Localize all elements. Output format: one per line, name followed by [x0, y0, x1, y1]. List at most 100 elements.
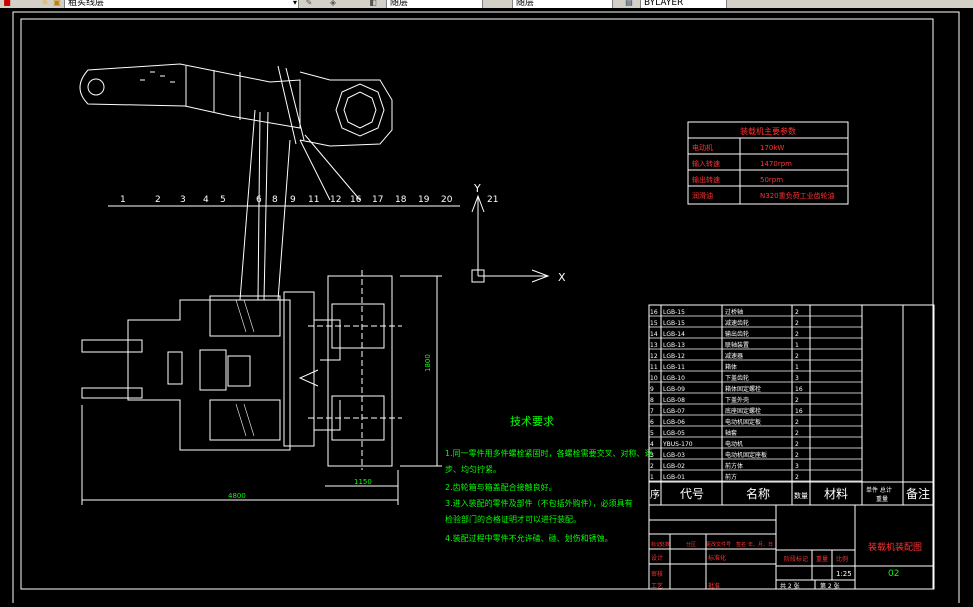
tech-req-line: 2.齿轮箱与箱盖配合接触良好。	[445, 482, 557, 492]
dimension-height: 1800	[424, 354, 432, 372]
part-qty: 2	[795, 441, 799, 448]
leader-number: 21	[487, 195, 498, 205]
sheet-number: 第 2 张	[820, 582, 840, 590]
part-qty: 2	[795, 397, 799, 404]
header-name: 名称	[746, 486, 770, 501]
leader-number: 16	[350, 195, 362, 205]
tech-req-lines: 1.同一零件用多件螺栓紧固时，各螺栓需要交叉、对称、逐步、均匀拧紧。 2.齿轮箱与…	[445, 448, 653, 543]
color-select[interactable]: BYLAYER	[640, 0, 727, 8]
part-no: 4	[650, 441, 654, 448]
part-name: 箱体固定螺栓	[725, 385, 761, 393]
header-code: 代号	[680, 487, 704, 501]
leader-number: 19	[418, 195, 430, 205]
part-code: LGB-15	[663, 320, 685, 327]
leader-number: 20	[441, 195, 453, 205]
title-mark-label: 签名	[736, 541, 746, 548]
axis-x-label: X	[558, 271, 566, 284]
leader-number: 8	[272, 195, 278, 205]
part-name: 电动机固定板	[725, 418, 761, 426]
motor-hatching	[235, 299, 255, 437]
part-name: 下盖齿轮	[725, 374, 749, 382]
color-icon[interactable]: ◧	[368, 0, 378, 7]
part-qty: 2	[795, 309, 799, 316]
leader-number: 18	[395, 195, 407, 205]
sheet-total: 共 2 张	[780, 582, 800, 590]
tech-req-line: 检验部门的合格证明才可以进行装配。	[445, 514, 581, 524]
part-no: 8	[650, 397, 654, 404]
toolbar: ■ ☼ ▣ 粗实线层 ▾ ✎ ◈ ◧ 随层 随层 ▤ BYLAYER	[0, 0, 973, 8]
plotstyle-icon[interactable]: ▤	[624, 0, 634, 7]
params-rows: 电动机 170kW 输入转速 1470rpm 输出转速 50rpm 润滑油 N320重负荷工业…	[692, 143, 835, 200]
layer-previous-icon[interactable]: ◈	[328, 0, 338, 7]
drawing-canvas[interactable]: 1 2 3 4 5 6 8 9 11 12 16 17 18 19 20 21 4800 1150 180	[0, 8, 973, 607]
part-qty: 2	[795, 320, 799, 327]
drawing-name: 装载机装配图	[868, 541, 922, 553]
axis-y-label: Y	[473, 182, 481, 195]
title-mark-label: 更改文件号	[706, 541, 731, 548]
part-code: LGB-09	[663, 386, 685, 393]
part-qty: 3	[795, 463, 799, 470]
part-name: 前方体	[725, 462, 743, 470]
part-no: 9	[650, 386, 654, 393]
tech-req-line: 步、均匀拧紧。	[445, 464, 501, 474]
part-name: 轴套	[725, 429, 737, 437]
leader-number: 9	[290, 195, 296, 205]
layer-state-icon[interactable]: ■	[2, 0, 12, 7]
title-mark-label: 处数	[660, 541, 670, 548]
part-code: LGB-12	[663, 353, 685, 360]
title-mark-label: 分区	[686, 541, 696, 548]
tech-req-line: 1.同一零件用多件螺栓紧固时，各螺栓需要交叉、对称、逐	[445, 448, 653, 458]
part-code: LGB-01	[663, 474, 685, 481]
header-weight2: 重量	[876, 495, 888, 503]
header-no: 序	[650, 488, 660, 501]
layer-tools-icon[interactable]: ✎	[304, 0, 314, 7]
param-label: 输入转速	[692, 159, 720, 168]
sun-icon[interactable]: ☼	[40, 0, 50, 7]
part-no: 3	[650, 452, 654, 459]
leader-number: 5	[220, 195, 226, 205]
part-no: 11	[650, 364, 658, 371]
param-label: 电动机	[692, 143, 713, 152]
part-qty: 2	[795, 452, 799, 459]
part-code: LGB-15	[663, 309, 685, 316]
layer-select[interactable]: 粗实线层	[64, 0, 299, 8]
stage-label: 阶段标记	[784, 555, 808, 563]
main-assembly	[81, 270, 402, 470]
chevron-down-icon[interactable]: ▾	[290, 0, 300, 7]
title-role-label: 设计	[651, 554, 663, 562]
dimension-width: 4800	[228, 492, 246, 500]
part-name: 输出齿轮	[725, 330, 749, 338]
part-code: LGB-07	[663, 408, 685, 415]
part-code: LGB-13	[663, 342, 685, 349]
linetype-select[interactable]: 随层	[386, 0, 483, 8]
part-no: 14	[650, 331, 658, 338]
header-weight: 单件 总计	[866, 486, 892, 494]
scale-value: 1:25	[836, 570, 852, 578]
param-label: 输出转速	[692, 175, 720, 184]
header-material: 材料	[824, 487, 848, 501]
part-code: YBUS-170	[662, 441, 693, 448]
lock-icon[interactable]: ▣	[52, 0, 62, 7]
part-name: 箱体	[725, 363, 737, 371]
parts-rows: 16 LGB-15 过桥轴 215 LGB-15 减速齿轮 214 LGB-14 输出齿轮 213…	[649, 308, 862, 482]
part-qty: 2	[795, 331, 799, 338]
part-no: 13	[650, 342, 658, 349]
part-name: 减速器	[725, 352, 743, 360]
part-name: 减速齿轮	[725, 319, 749, 327]
header-qty: 数量	[794, 491, 808, 500]
tech-req-title: 技术要求	[510, 415, 554, 428]
ucs-axis-icon	[471, 194, 550, 283]
part-no: 15	[650, 320, 658, 327]
part-code: LGB-08	[663, 397, 685, 404]
cad-drawing: 1 2 3 4 5 6 8 9 11 12 16 17 18 19 20 21 4800 1150 180	[12, 11, 960, 607]
tech-req-line: 3.进入装配的零件及部件（不包括外购件），必须具有	[445, 498, 633, 508]
leader-number: 4	[203, 195, 209, 205]
lineweight-select[interactable]: 随层	[512, 0, 613, 8]
part-code: LGB-06	[663, 419, 685, 426]
part-qty: 1	[795, 342, 799, 349]
ratio-label: 比例	[836, 555, 848, 563]
part-name: 过桥轴	[725, 308, 743, 316]
part-qty: 2	[795, 430, 799, 437]
leader-number: 1	[120, 195, 126, 205]
part-qty: 1	[795, 364, 799, 371]
